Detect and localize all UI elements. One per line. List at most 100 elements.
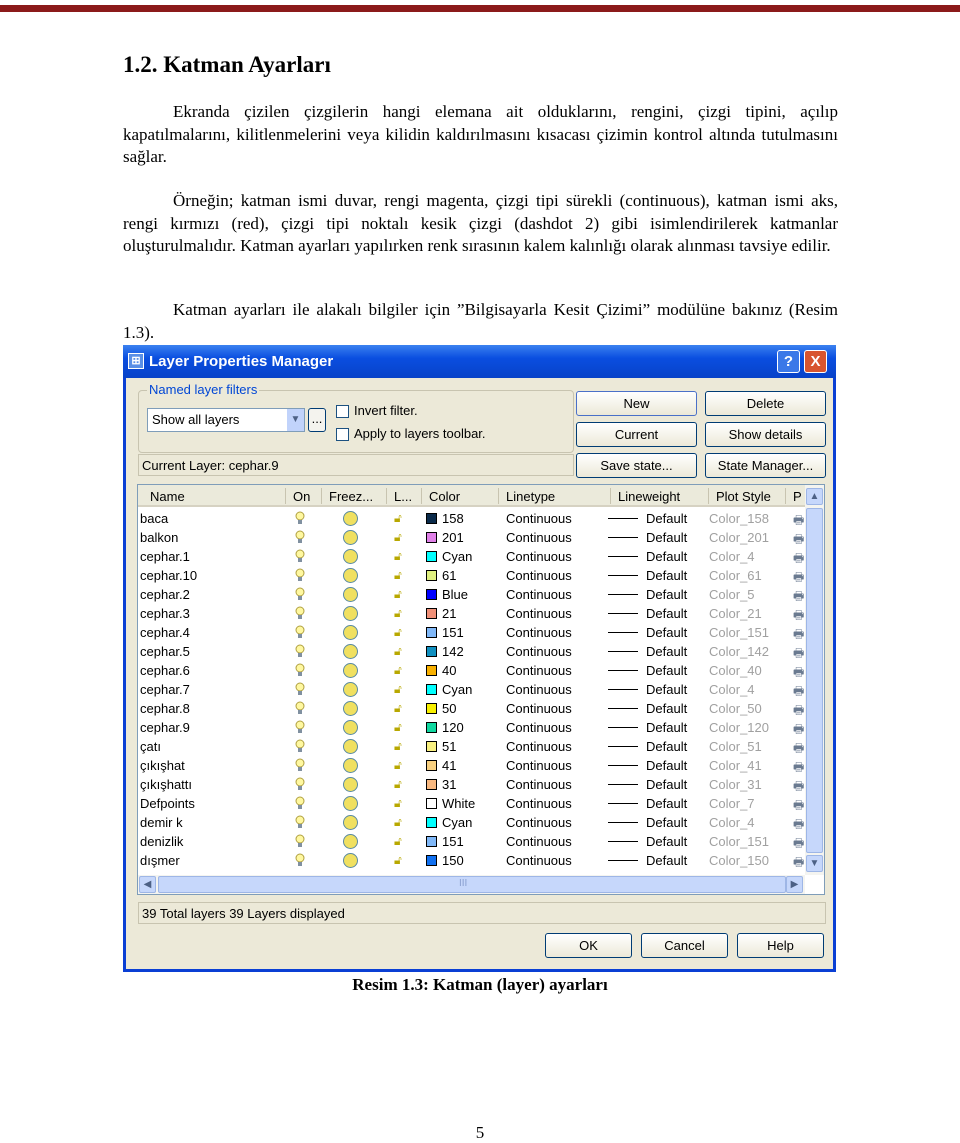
color-swatch[interactable] — [426, 646, 437, 657]
color-swatch[interactable] — [426, 798, 437, 809]
table-row[interactable]: cephar.4 🔓︎ 151 Continuous Default Color_151 🖶… — [138, 623, 805, 642]
lightbulb-on-icon[interactable] — [295, 530, 305, 544]
cancel-button[interactable]: Cancel — [641, 933, 728, 958]
scroll-left-icon[interactable]: ◀ — [139, 876, 156, 893]
thaw-sun-icon[interactable] — [343, 853, 358, 868]
linetype-value[interactable]: Continuous — [506, 796, 572, 811]
lineweight-value[interactable]: Default — [646, 720, 687, 735]
color-swatch[interactable] — [426, 760, 437, 771]
linetype-value[interactable]: Continuous — [506, 758, 572, 773]
lineweight-value[interactable]: Default — [646, 625, 687, 640]
thaw-sun-icon[interactable] — [343, 777, 358, 792]
lineweight-value[interactable]: Default — [646, 739, 687, 754]
linetype-value[interactable]: Continuous — [506, 853, 572, 868]
lightbulb-on-icon[interactable] — [295, 682, 305, 696]
thaw-sun-icon[interactable] — [343, 720, 358, 735]
unlock-icon[interactable]: 🔓︎ — [394, 777, 408, 791]
table-row[interactable]: cephar.1 🔓︎ Cyan Continuous Default Color_4 🖶︎ — [138, 547, 805, 566]
column-header[interactable]: Plot Style — [716, 489, 771, 504]
unlock-icon[interactable]: 🔓︎ — [394, 644, 408, 658]
color-value[interactable]: 142 — [442, 644, 464, 659]
new-button[interactable]: New — [576, 391, 697, 416]
color-swatch[interactable] — [426, 722, 437, 733]
color-value[interactable]: 50 — [442, 701, 456, 716]
column-header[interactable]: Linetype — [506, 489, 555, 504]
lightbulb-on-icon[interactable] — [295, 720, 305, 734]
unlock-icon[interactable]: 🔓︎ — [394, 739, 408, 753]
column-header[interactable]: Name — [150, 489, 185, 504]
color-value[interactable]: 61 — [442, 568, 456, 583]
table-row[interactable]: baca 🔓︎ 158 Continuous Default Color_158 🖶︎ — [138, 509, 805, 528]
color-value[interactable]: 21 — [442, 606, 456, 621]
lightbulb-on-icon[interactable] — [295, 644, 305, 658]
column-divider[interactable] — [386, 488, 387, 504]
column-header[interactable]: P — [793, 489, 802, 504]
unlock-icon[interactable]: 🔓︎ — [394, 530, 408, 544]
thaw-sun-icon[interactable] — [343, 606, 358, 621]
lineweight-value[interactable]: Default — [646, 587, 687, 602]
thaw-sun-icon[interactable] — [343, 568, 358, 583]
lineweight-value[interactable]: Default — [646, 644, 687, 659]
chevron-down-icon[interactable]: ▼ — [287, 409, 304, 431]
table-row[interactable]: cephar.9 🔓︎ 120 Continuous Default Color_120 🖶… — [138, 718, 805, 737]
linetype-value[interactable]: Continuous — [506, 815, 572, 830]
column-divider[interactable] — [785, 488, 786, 504]
table-row[interactable]: demir k 🔓︎ Cyan Continuous Default Color_4 🖶︎ — [138, 813, 805, 832]
thaw-sun-icon[interactable] — [343, 739, 358, 754]
thaw-sun-icon[interactable] — [343, 758, 358, 773]
unlock-icon[interactable]: 🔓︎ — [394, 511, 408, 525]
color-swatch[interactable] — [426, 836, 437, 847]
color-swatch[interactable] — [426, 513, 437, 524]
table-row[interactable]: Defpoints 🔓︎ White Continuous Default Color_7… — [138, 794, 805, 813]
table-row[interactable]: çıkışhat 🔓︎ 41 Continuous Default Color_41 🖶︎ — [138, 756, 805, 775]
table-row[interactable]: cephar.5 🔓︎ 142 Continuous Default Color_142 🖶… — [138, 642, 805, 661]
checkbox-icon[interactable] — [336, 428, 349, 442]
table-row[interactable]: denizlik 🔓︎ 151 Continuous Default Color_151 🖶… — [138, 832, 805, 851]
color-value[interactable]: 151 — [442, 625, 464, 640]
color-value[interactable]: 51 — [442, 739, 456, 754]
column-header[interactable]: On — [293, 489, 310, 504]
lineweight-value[interactable]: Default — [646, 568, 687, 583]
column-divider[interactable] — [610, 488, 611, 504]
lineweight-value[interactable]: Default — [646, 606, 687, 621]
unlock-icon[interactable]: 🔓︎ — [394, 758, 408, 772]
linetype-value[interactable]: Continuous — [506, 701, 572, 716]
color-value[interactable]: White — [442, 796, 475, 811]
linetype-value[interactable]: Continuous — [506, 682, 572, 697]
checkbox-icon[interactable] — [336, 405, 349, 419]
table-row[interactable]: cephar.10 🔓︎ 61 Continuous Default Color_61 🖶︎ — [138, 566, 805, 585]
color-swatch[interactable] — [426, 779, 437, 790]
color-value[interactable]: Cyan — [442, 549, 472, 564]
linetype-value[interactable]: Continuous — [506, 549, 572, 564]
unlock-icon[interactable]: 🔓︎ — [394, 568, 408, 582]
thaw-sun-icon[interactable] — [343, 530, 358, 545]
lineweight-value[interactable]: Default — [646, 853, 687, 868]
table-row[interactable]: cephar.3 🔓︎ 21 Continuous Default Color_21 🖶︎ — [138, 604, 805, 623]
ok-button[interactable]: OK — [545, 933, 632, 958]
vertical-scrollbar[interactable]: ▲ ▼ — [805, 485, 824, 875]
color-swatch[interactable] — [426, 589, 437, 600]
unlock-icon[interactable]: 🔓︎ — [394, 663, 408, 677]
color-value[interactable]: Blue — [442, 587, 468, 602]
scroll-up-icon[interactable]: ▲ — [806, 488, 823, 505]
table-row[interactable]: cephar.7 🔓︎ Cyan Continuous Default Color_4 🖶︎ — [138, 680, 805, 699]
color-swatch[interactable] — [426, 703, 437, 714]
color-swatch[interactable] — [426, 855, 437, 866]
color-swatch[interactable] — [426, 684, 437, 695]
unlock-icon[interactable]: 🔓︎ — [394, 587, 408, 601]
unlock-icon[interactable]: 🔓︎ — [394, 815, 408, 829]
lightbulb-on-icon[interactable] — [295, 815, 305, 829]
color-swatch[interactable] — [426, 741, 437, 752]
lightbulb-on-icon[interactable] — [295, 834, 305, 848]
column-divider[interactable] — [321, 488, 322, 504]
linetype-value[interactable]: Continuous — [506, 587, 572, 602]
color-value[interactable]: Cyan — [442, 815, 472, 830]
color-swatch[interactable] — [426, 817, 437, 828]
lineweight-value[interactable]: Default — [646, 682, 687, 697]
lightbulb-on-icon[interactable] — [295, 758, 305, 772]
unlock-icon[interactable]: 🔓︎ — [394, 834, 408, 848]
lineweight-value[interactable]: Default — [646, 777, 687, 792]
lightbulb-on-icon[interactable] — [295, 739, 305, 753]
horizontal-scrollbar[interactable]: ◀ III ▶ — [138, 875, 805, 894]
column-divider[interactable] — [421, 488, 422, 504]
